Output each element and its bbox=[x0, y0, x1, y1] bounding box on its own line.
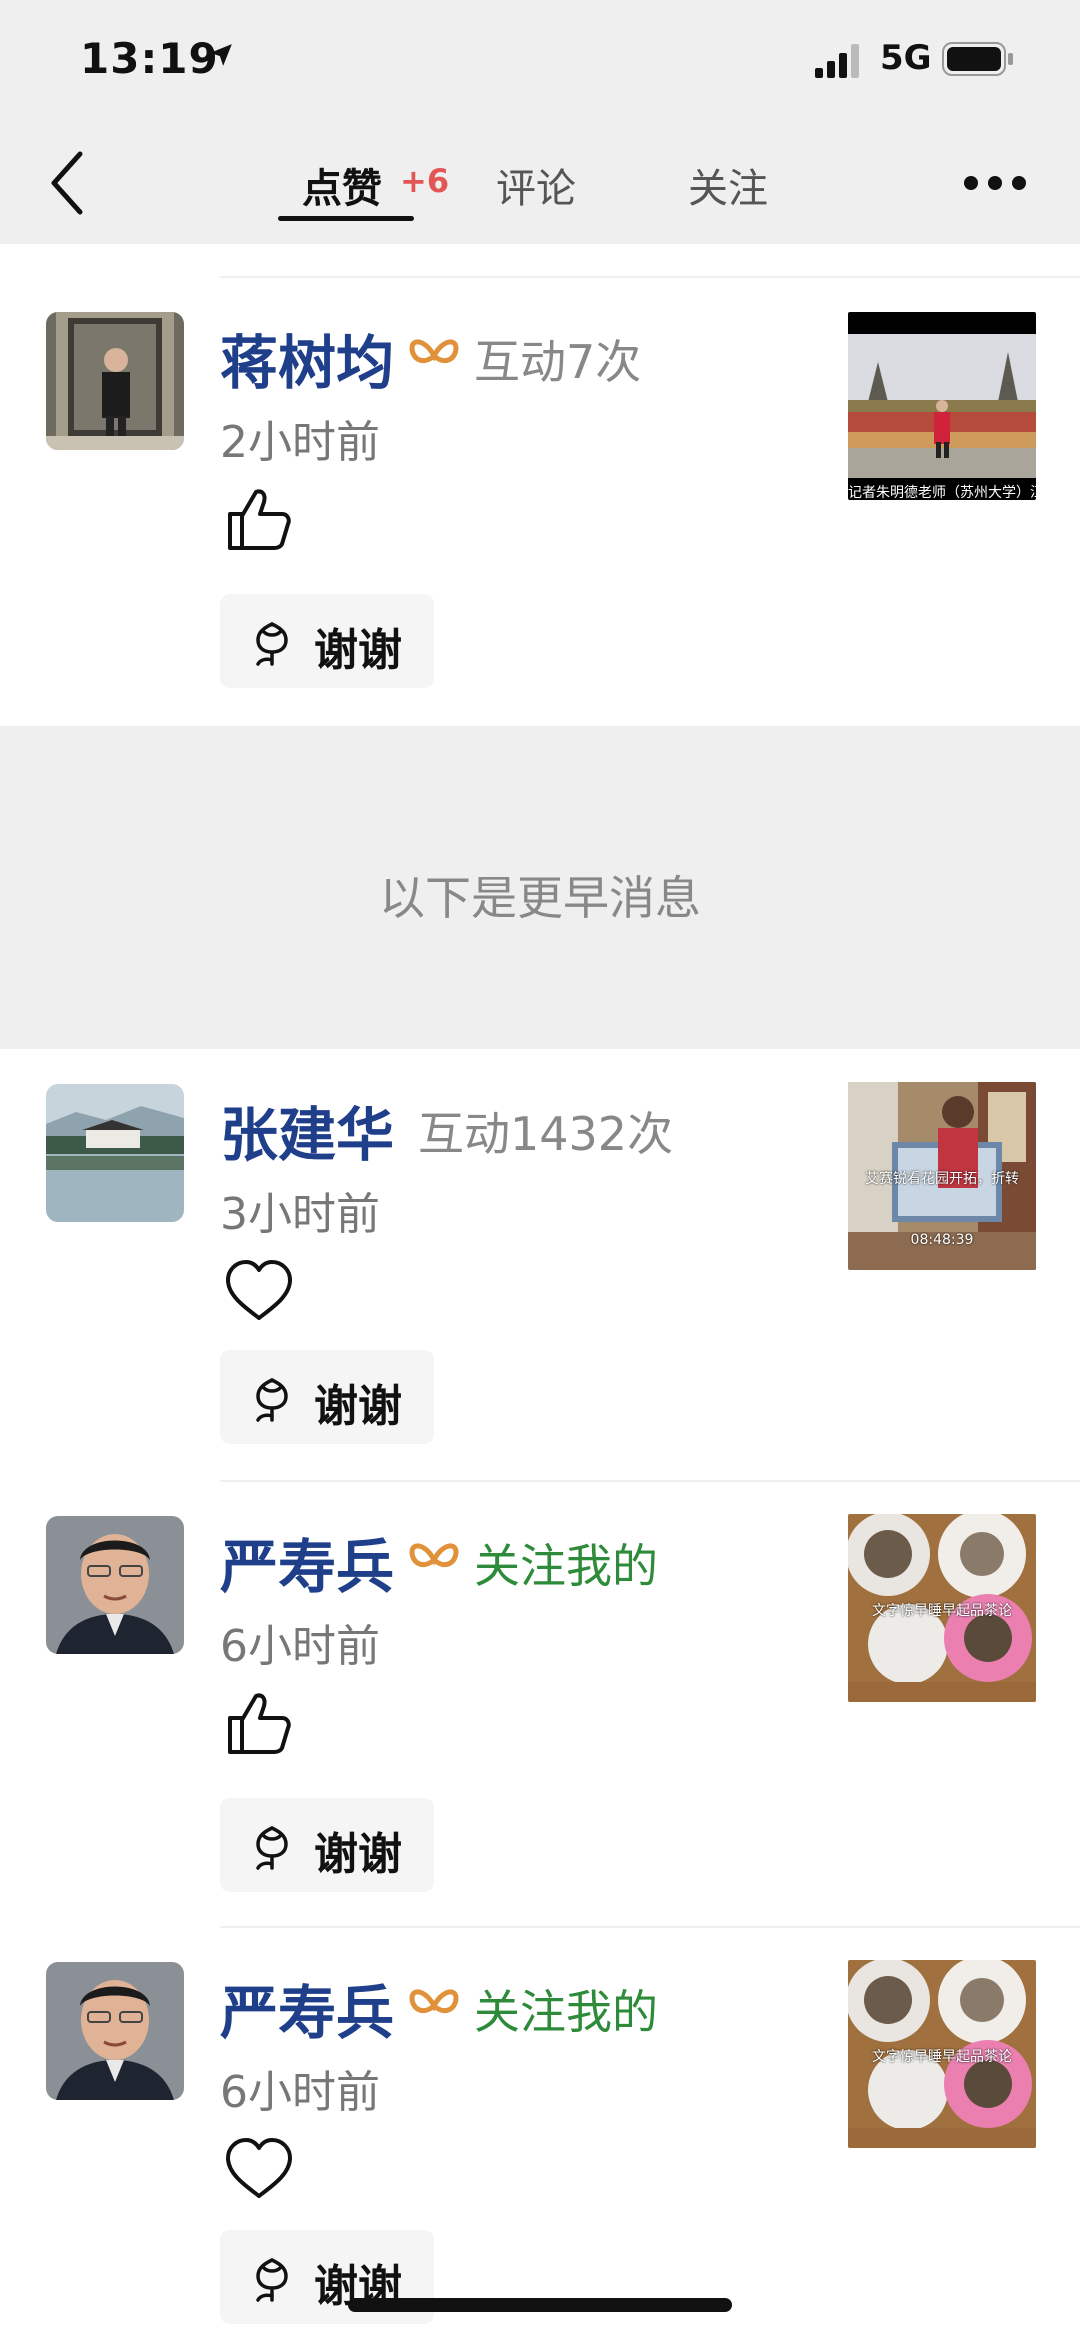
post-thumbnail[interactable]: 记者朱明德老师（苏州大学）江 bbox=[848, 312, 1036, 500]
timestamp: 2小时前 bbox=[220, 417, 380, 468]
signal-icon bbox=[815, 44, 859, 78]
thumbnail-caption: 艾赛锐看花园开拓，折转 bbox=[865, 1171, 1019, 1187]
thanks-button[interactable]: 谢谢 bbox=[220, 594, 434, 688]
vip-butterfly-icon bbox=[409, 1989, 459, 2013]
user-name[interactable]: 严寿兵 bbox=[220, 1520, 394, 1604]
divider bbox=[220, 1480, 1080, 1482]
thumbnail-caption: 记者朱明德老师（苏州大学）江 bbox=[848, 485, 1036, 500]
thumbnail-timestamp: 08:48:39 bbox=[910, 1232, 974, 1248]
post-thumbnail[interactable]: 艾赛锐看花园开拓，折转 08:48:39 bbox=[848, 1082, 1036, 1270]
thanks-label: 谢谢 bbox=[314, 625, 402, 676]
more-options-icon[interactable] bbox=[964, 176, 1026, 192]
flower-icon bbox=[256, 1378, 288, 1422]
earlier-messages-label: 以下是更早消息 bbox=[379, 871, 701, 925]
post-thumbnail[interactable]: 文字惊早睡早起品茶论 bbox=[848, 1960, 1036, 2148]
divider bbox=[220, 1926, 1080, 1928]
avatar[interactable] bbox=[46, 1962, 184, 2100]
status-time: 13:19 bbox=[80, 34, 219, 83]
battery-icon bbox=[942, 42, 1013, 76]
thumbnail-caption: 文字惊早睡早起品茶论 bbox=[872, 2049, 1012, 2065]
flower-icon bbox=[256, 1826, 288, 1870]
avatar[interactable] bbox=[46, 1084, 184, 1222]
vip-butterfly-icon bbox=[409, 1543, 459, 1567]
thanks-button[interactable]: 谢谢 bbox=[220, 1798, 434, 1892]
tab-comments[interactable]: 评论 bbox=[496, 156, 576, 214]
home-indicator[interactable] bbox=[348, 2298, 732, 2312]
tab-follows[interactable]: 关注 bbox=[688, 156, 768, 214]
timestamp: 6小时前 bbox=[220, 1621, 380, 1672]
thumbs-up-icon bbox=[228, 489, 291, 550]
status-bar: 13:19 5G bbox=[0, 0, 1080, 120]
timestamp: 3小时前 bbox=[220, 1189, 380, 1240]
likes-badge: +6 bbox=[400, 162, 450, 200]
interaction-count: 互动1432次 bbox=[418, 1107, 674, 1161]
user-name[interactable]: 蒋树均 bbox=[220, 316, 394, 400]
timestamp: 6小时前 bbox=[220, 2067, 380, 2118]
thanks-label: 谢谢 bbox=[314, 1829, 402, 1880]
thumbs-up-icon bbox=[228, 1693, 291, 1754]
avatar[interactable] bbox=[46, 312, 184, 450]
thumbnail-caption: 文字惊早睡早起品茶论 bbox=[872, 1603, 1012, 1619]
post-thumbnail[interactable]: 文字惊早睡早起品茶论 bbox=[848, 1514, 1036, 1702]
thanks-button[interactable]: 谢谢 bbox=[220, 1350, 434, 1444]
user-name[interactable]: 张建华 bbox=[220, 1088, 394, 1172]
location-arrow-icon bbox=[210, 44, 232, 66]
user-name[interactable]: 严寿兵 bbox=[220, 1966, 394, 2050]
active-tab-underline bbox=[278, 216, 414, 221]
avatar[interactable] bbox=[46, 1516, 184, 1654]
tab-likes[interactable]: 点赞 bbox=[302, 156, 382, 214]
vip-butterfly-icon bbox=[409, 339, 459, 363]
divider bbox=[220, 276, 1080, 278]
heart-icon bbox=[226, 2138, 292, 2198]
network-type: 5G bbox=[880, 38, 932, 78]
back-chevron-icon[interactable] bbox=[48, 150, 84, 216]
flower-icon bbox=[256, 2258, 288, 2302]
flower-icon bbox=[256, 622, 288, 666]
heart-icon bbox=[226, 1260, 292, 1320]
follows-me-label: 关注我的 bbox=[474, 1985, 658, 2039]
thanks-label: 谢谢 bbox=[314, 1381, 402, 1432]
follows-me-label: 关注我的 bbox=[474, 1539, 658, 1593]
interaction-count: 互动7次 bbox=[474, 335, 642, 389]
